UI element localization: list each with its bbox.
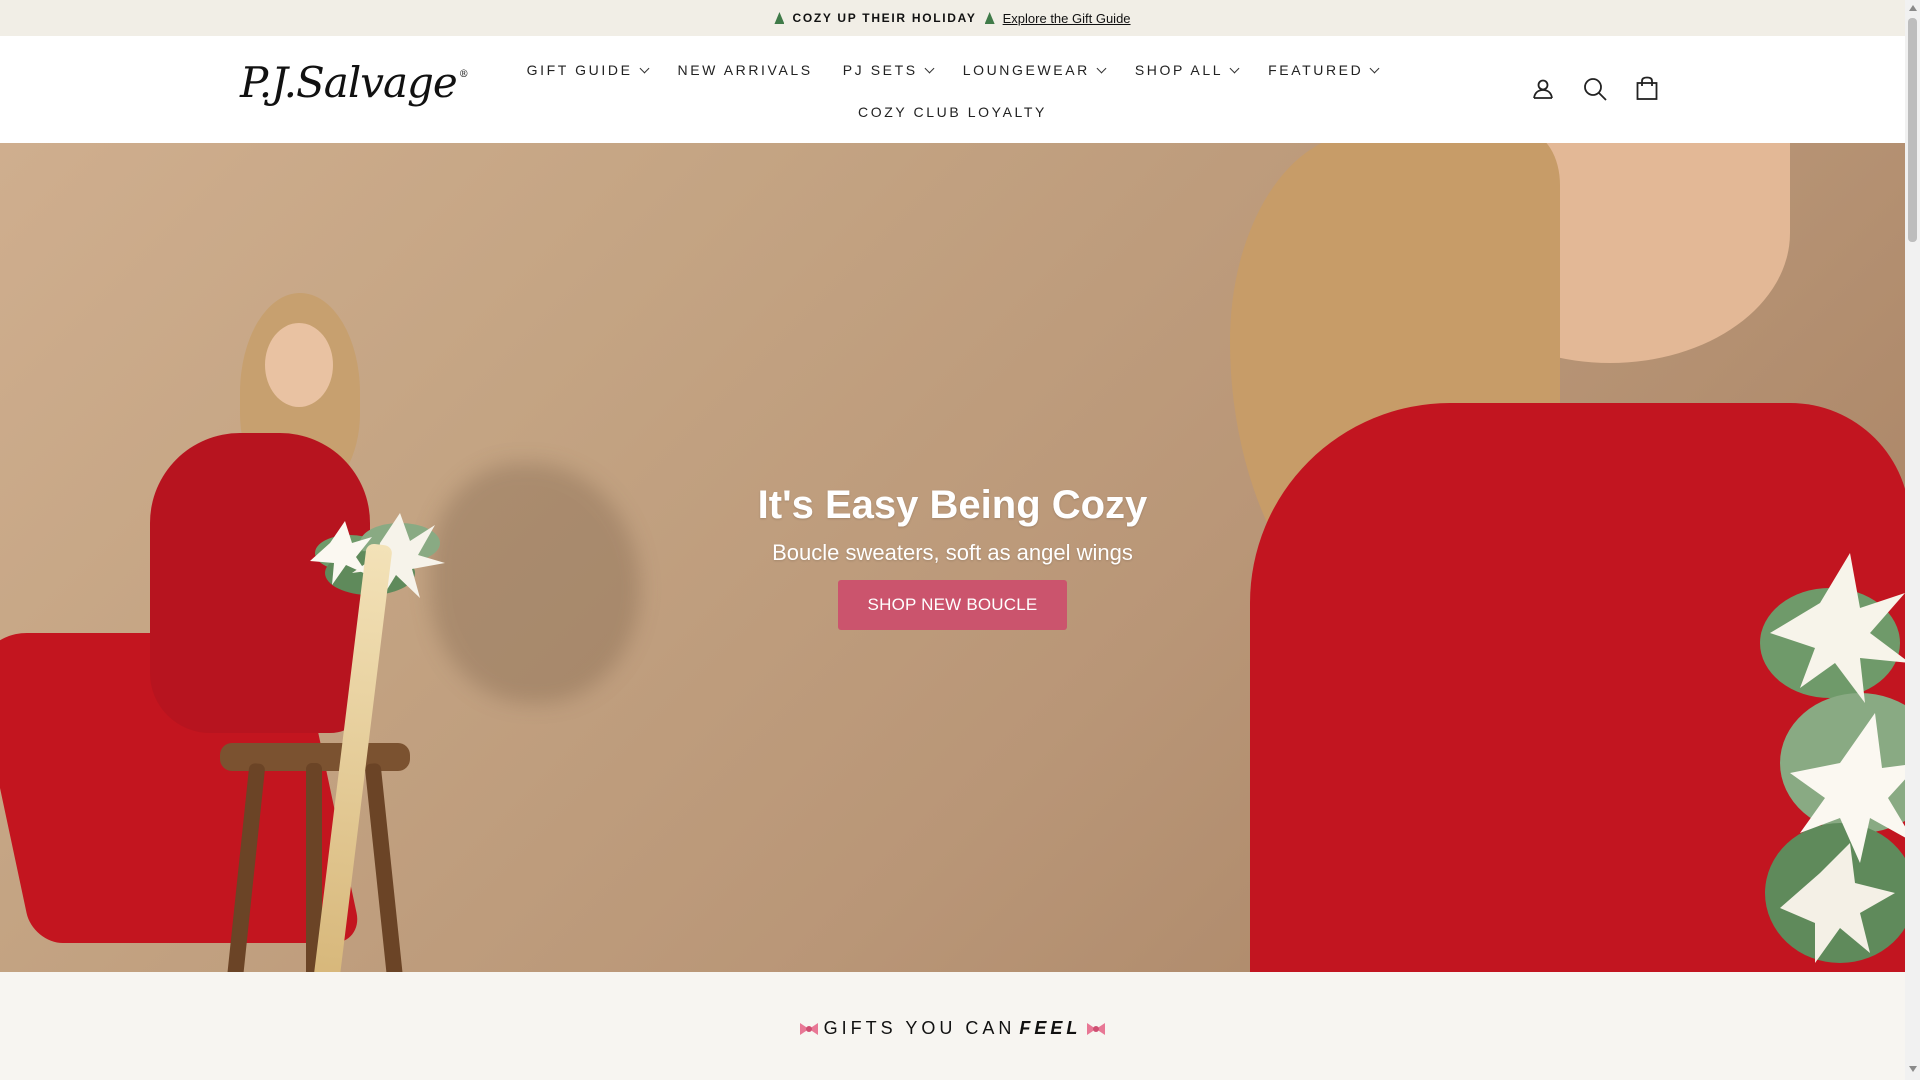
section-title-emphasis: FEEL [1019,1018,1082,1038]
lily-bouquet-icon [1760,553,1905,963]
hero-model-right [1230,143,1905,972]
page-scrollbar[interactable] [1905,0,1920,1080]
nav-item-label: FEATURED [1268,62,1364,78]
chevron-down-icon [1369,63,1380,73]
model-face [265,323,333,407]
nav-item-label: GIFT GUIDE [526,62,633,78]
nav-item-label: SHOP ALL [1134,62,1224,78]
nav-item-new-arrivals[interactable]: NEW ARRIVALS [678,62,813,78]
chevron-down-icon [1096,63,1107,73]
search-icon[interactable] [1582,76,1608,102]
christmas-tree-icon [984,12,995,24]
brand-logo[interactable]: P.J.Salvage ® [240,58,469,107]
stool-leg [364,762,404,972]
wooden-stool [220,743,410,972]
nav-item-loungewear[interactable]: LOUNGEWEAR [962,62,1107,78]
nav-item-label: NEW ARRIVALS [677,62,813,78]
nav-item-cozy-club-loyalty[interactable]: COZY CLUB LOYALTY [858,104,1047,120]
hero-banner: It's Easy Being Cozy Boucle sweaters, so… [0,143,1905,972]
brand-logo-text: P.J.Salvage [240,58,458,107]
hero-subtitle: Boucle sweaters, soft as angel wings [772,540,1133,565]
nav-item-gift-guide[interactable]: GIFT GUIDE [526,62,649,78]
site-header: P.J.Salvage ® GIFT GUIDE NEW ARRIVALS PJ… [0,36,1905,144]
gift-guide-link[interactable]: Explore the Gift Guide [1003,11,1131,26]
nav-item-featured[interactable]: FEATURED [1268,62,1380,78]
scroll-up-icon[interactable] [1909,5,1917,11]
bow-icon [799,1022,818,1035]
announcement-promo-text: COZY UP THEIR HOLIDAY [792,11,977,25]
header-icons [1530,76,1660,102]
section-title-start: GIFTS YOU CAN [823,1018,1016,1038]
section-title: GIFTS YOU CAN FEEL [798,1018,1108,1039]
nav-item-shop-all[interactable]: SHOP ALL [1134,62,1240,78]
stool-leg [226,762,266,972]
christmas-tree-icon [774,12,785,24]
nav-item-pj-sets[interactable]: PJ SETS [842,62,935,78]
chevron-down-icon [924,63,935,73]
hero-title: It's Easy Being Cozy [757,483,1148,527]
scroll-down-icon[interactable] [1909,1066,1917,1072]
shopping-bag-icon[interactable] [1634,76,1660,102]
scroll-thumb[interactable] [1908,18,1917,242]
hero-shadow [430,463,640,703]
account-icon[interactable] [1530,76,1556,102]
chevron-down-icon [1229,63,1240,73]
nav-item-label: PJ SETS [842,62,918,78]
bow-icon [1087,1022,1106,1035]
nav-item-label: LOUNGEWEAR [962,62,1090,78]
nav-item-label: COZY CLUB LOYALTY [858,104,1047,120]
registered-mark: ® [458,69,469,80]
announcement-bar: COZY UP THEIR HOLIDAY Explore the Gift G… [0,0,1905,37]
main-navigation: GIFT GUIDE NEW ARRIVALS PJ SETS LOUNGEWE… [500,62,1405,120]
shop-new-boucle-button[interactable]: SHOP NEW BOUCLE [837,580,1068,630]
gifts-section: GIFTS YOU CAN FEEL [0,972,1905,1080]
chevron-down-icon [639,63,649,73]
